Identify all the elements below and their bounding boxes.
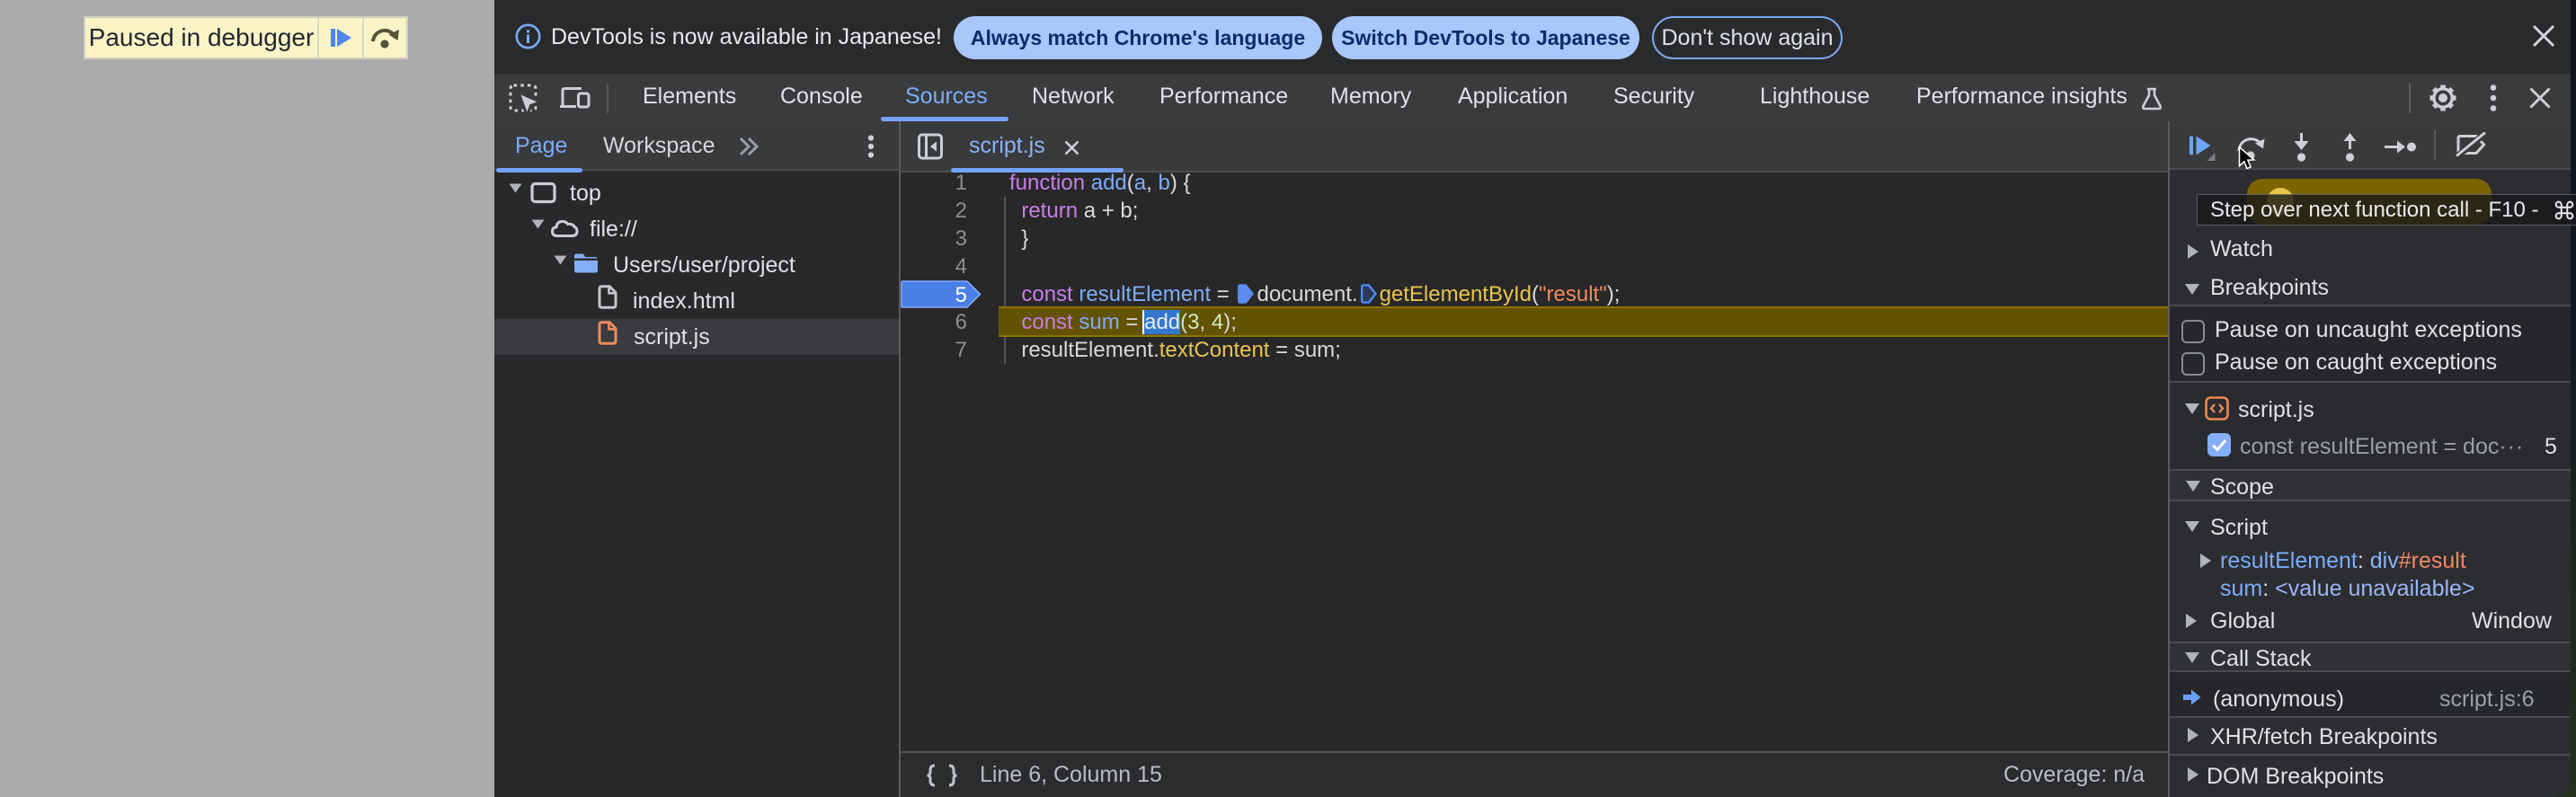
svg-text:5: 5 [955,283,967,307]
